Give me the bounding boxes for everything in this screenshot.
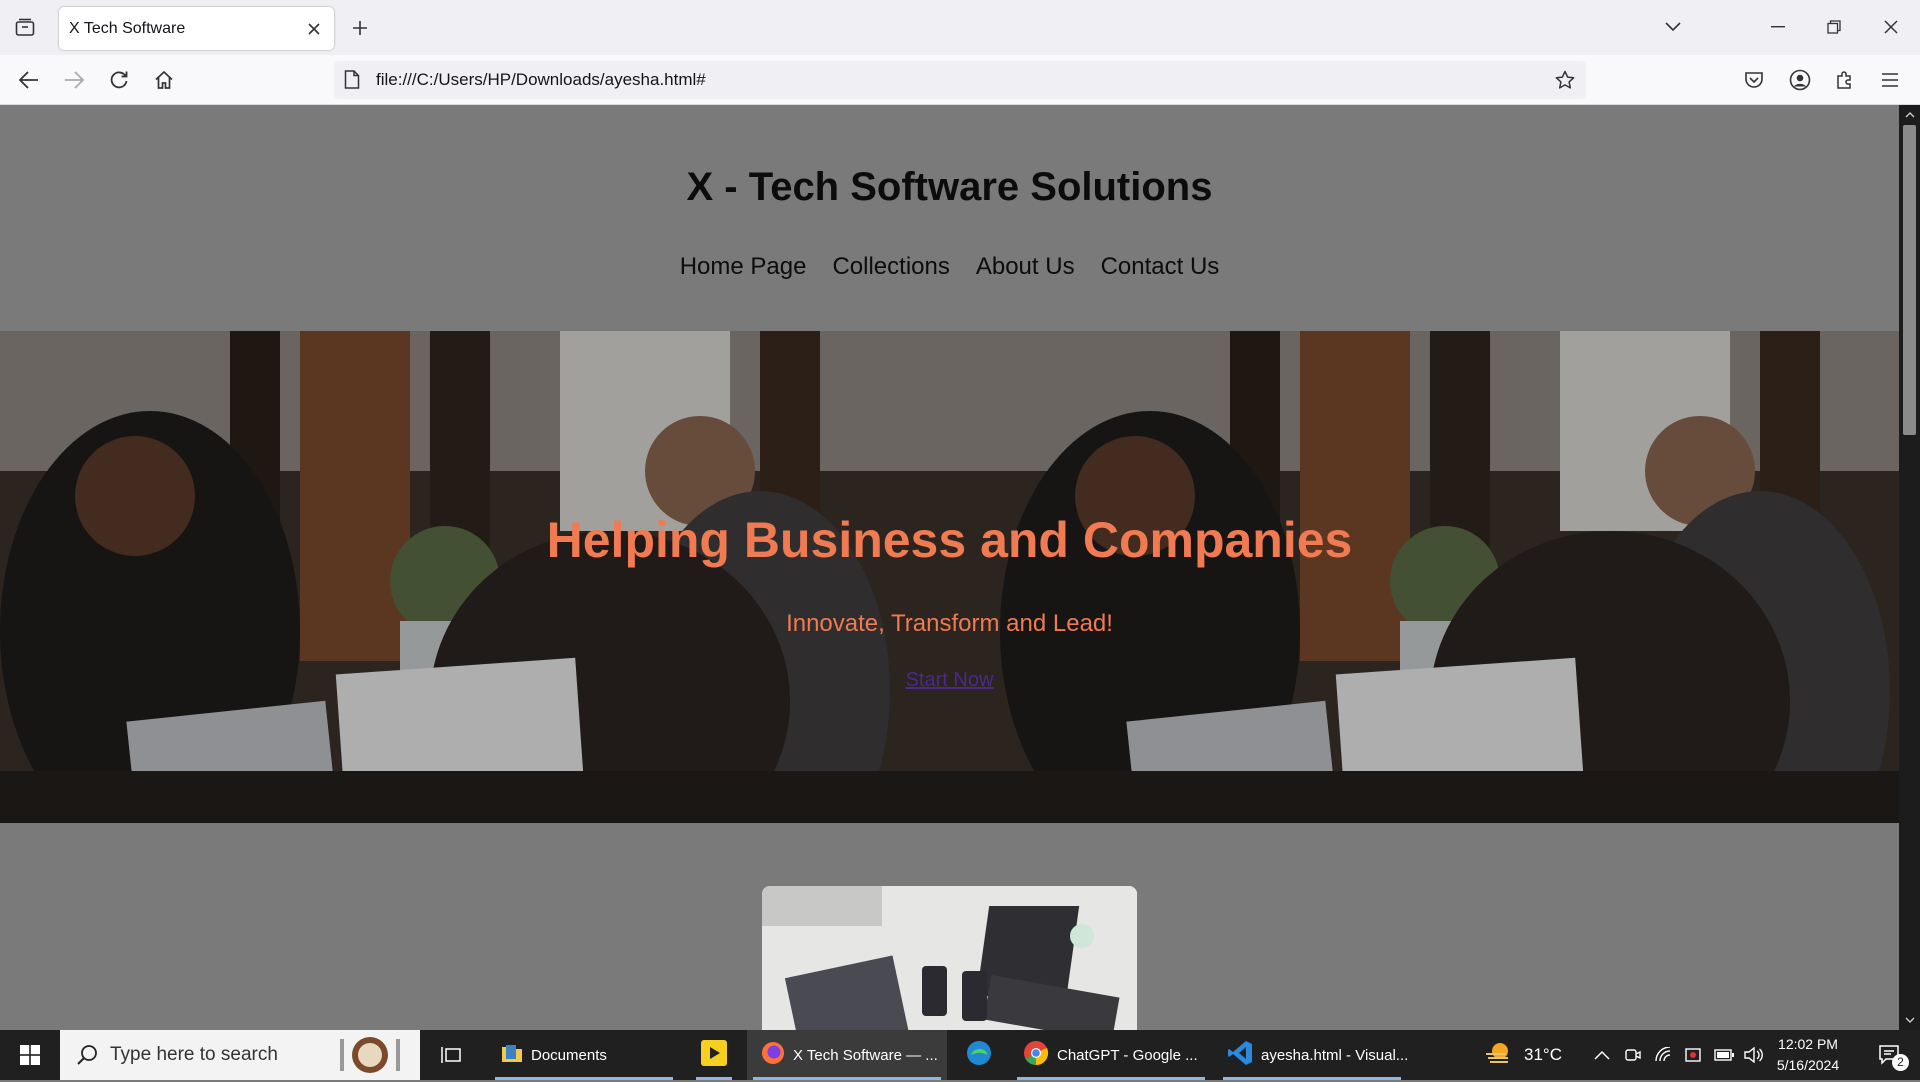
search-icon [76,1044,98,1071]
vscode-icon [1227,1040,1253,1071]
nav-collections-link[interactable]: Collections [832,253,949,281]
notification-count-badge: 2 [1892,1054,1909,1071]
taskbar: Type here to search Documents X Tech Sof… [0,1030,1920,1080]
clock-date: 5/16/2024 [1776,1057,1840,1073]
extensions-icon[interactable] [1828,63,1862,97]
folder-icon [501,1043,523,1068]
edge-icon [966,1040,992,1071]
search-highlight-icon [330,1033,410,1082]
taskbar-app-firefox[interactable]: X Tech Software — ... [747,1030,947,1080]
meet-now-icon[interactable] [1624,1030,1642,1080]
scroll-down-icon[interactable] [1903,1013,1916,1026]
taskbar-app-edge[interactable] [955,1030,1003,1080]
close-tab-icon[interactable] [300,15,328,43]
site-title: X - Tech Software Solutions [686,165,1213,209]
show-hidden-icons-icon[interactable] [1594,1030,1610,1080]
restore-icon[interactable] [1811,9,1857,45]
nav-home-link[interactable]: Home Page [680,253,807,281]
url-bar[interactable]: file:///C:/Users/HP/Downloads/ayesha.htm… [334,61,1586,99]
scroll-up-icon[interactable] [1903,108,1916,121]
scrollbar-thumb[interactable] [1903,125,1916,435]
weather-widget[interactable]: 31°C [1484,1030,1562,1080]
page-icon [344,70,360,94]
chrome-icon [1023,1040,1049,1071]
pocket-icon[interactable] [1737,63,1771,97]
minimize-icon[interactable] [1755,9,1801,45]
nav-about-link[interactable]: About Us [976,253,1075,281]
page-viewport: X - Tech Software Solutions Home Page Co… [0,105,1899,1030]
hero-heading: Helping Business and Companies [546,512,1353,568]
vertical-scrollbar[interactable] [1899,105,1920,1030]
taskbar-app-chrome[interactable]: ChatGPT - Google ... [1011,1030,1211,1080]
new-tab-icon[interactable] [345,13,375,43]
taskbar-app-vscode[interactable]: ayesha.html - Visual... [1217,1030,1408,1080]
list-all-tabs-icon[interactable] [10,12,40,42]
reload-icon[interactable] [102,63,136,97]
hero-cta: Start Now [0,669,1899,692]
hero-overlay [0,331,1899,823]
security-icon[interactable] [1684,1030,1702,1080]
navigation-toolbar: file:///C:/Users/HP/Downloads/ayesha.htm… [0,55,1920,105]
browser-tab[interactable]: X Tech Software [59,7,334,50]
bookmark-star-icon[interactable] [1552,67,1578,93]
tab-title: X Tech Software [69,19,186,37]
clock[interactable]: 12:02 PM 5/16/2024 [1768,1034,1848,1076]
home-icon[interactable] [147,63,181,97]
weather-temp: 31°C [1524,1045,1562,1064]
close-window-icon[interactable] [1868,9,1914,45]
windows-start-icon[interactable] [0,1030,60,1080]
account-icon[interactable] [1783,63,1817,97]
site-nav: Home Page Collections About Us Contact U… [0,253,1899,281]
url-text[interactable]: file:///C:/Users/HP/Downloads/ayesha.htm… [376,70,706,90]
player-icon [700,1039,728,1072]
back-icon[interactable] [12,63,46,97]
wifi-icon[interactable] [1654,1030,1674,1080]
notifications-icon[interactable]: 2 [1866,1030,1912,1080]
product-image [762,886,1137,1030]
tab-strip: X Tech Software [0,0,1920,55]
nav-contact-link[interactable]: Contact Us [1101,253,1220,281]
volume-icon[interactable] [1743,1030,1763,1080]
task-view-icon[interactable] [432,1030,472,1080]
clock-time: 12:02 PM [1778,1036,1838,1052]
taskbar-search[interactable]: Type here to search [60,1030,420,1080]
start-now-link[interactable]: Start Now [906,669,994,691]
taskbar-app-documents[interactable]: Documents [489,1030,679,1080]
battery-icon[interactable] [1714,1030,1734,1080]
taskbar-app-player[interactable] [690,1030,738,1080]
menu-icon[interactable] [1873,63,1907,97]
firefox-icon [761,1041,785,1070]
hero-banner: Helping Business and Companies Innovate,… [0,331,1899,823]
weather-icon [1484,1041,1514,1070]
hero-subheading: Innovate, Transform and Lead! [786,610,1113,637]
forward-icon[interactable] [57,63,91,97]
search-placeholder: Type here to search [110,1044,278,1065]
tab-overflow-chevron-icon[interactable] [1650,9,1696,45]
